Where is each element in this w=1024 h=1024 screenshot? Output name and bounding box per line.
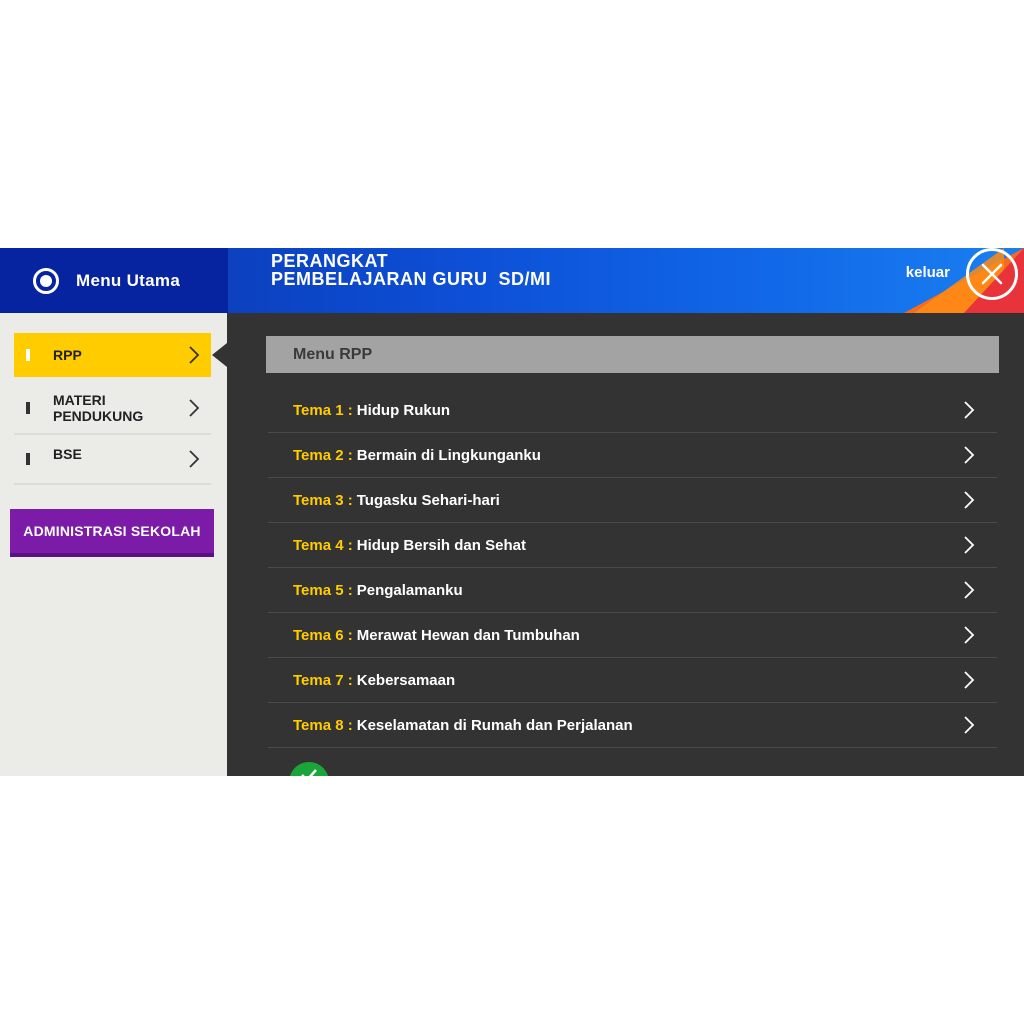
check-icon[interactable]	[289, 762, 329, 776]
sidebar-divider	[14, 433, 211, 435]
chevron-right-icon	[963, 401, 975, 419]
menu-utama-button[interactable]: Menu Utama	[0, 248, 228, 313]
menu-utama-label: Menu Utama	[76, 270, 181, 290]
app-title: PERANGKAT PEMBELAJARAN GURU SD/MI	[271, 252, 551, 288]
tema-name: Keselamatan di Rumah dan Perjalanan	[356, 716, 633, 734]
keluar-area[interactable]: keluar	[844, 248, 1024, 313]
app-window: Menu Utama PERANGKAT PEMBELAJARAN GURU S…	[0, 248, 1024, 776]
tema-row[interactable]: Tema 4 : Hidup Bersih dan Sehat	[268, 523, 997, 568]
top-header: Menu Utama PERANGKAT PEMBELAJARAN GURU S…	[0, 248, 1024, 313]
chevron-right-icon	[963, 671, 975, 689]
tema-key: Tema 4 :	[293, 536, 353, 554]
section-title: Menu RPP	[293, 345, 373, 363]
chevron-right-icon	[183, 399, 205, 417]
chevron-right-icon	[963, 536, 975, 554]
sidebar-bullet	[26, 349, 30, 361]
sidebar-item-bse[interactable]: BSE	[14, 437, 211, 481]
tema-key: Tema 5 :	[293, 581, 353, 599]
chevron-right-icon	[963, 581, 975, 599]
tema-row[interactable]: Tema 7 : Kebersamaan	[268, 658, 997, 703]
tema-name: Bermain di Lingkunganku	[356, 446, 541, 464]
sidebar-item-label-line1: MATERI	[53, 392, 106, 408]
sidebar-item-label: RPP	[53, 347, 82, 363]
administrasi-sekolah-button[interactable]: ADMINISTRASI SEKOLAH	[10, 509, 214, 553]
tema-name: Kebersamaan	[356, 671, 456, 689]
app-title-line1: PERANGKAT	[271, 251, 389, 271]
sidebar-item-label-line2: PENDUKUNG	[53, 408, 144, 424]
section-header: Menu RPP	[266, 336, 999, 373]
tema-name: Hidup Bersih dan Sehat	[356, 536, 526, 554]
sidebar-item-label: MATERI PENDUKUNG	[53, 392, 183, 424]
active-pointer	[212, 343, 227, 367]
tema-name: Tugasku Sehari-hari	[356, 491, 500, 509]
sidebar: RPP MATERI PENDUKUNG BSE ADMINISTRASI SE…	[0, 313, 227, 776]
tema-key: Tema 7 :	[293, 671, 353, 689]
tema-key: Tema 6 :	[293, 626, 353, 644]
keluar-label[interactable]: keluar	[906, 264, 950, 281]
chevron-right-icon	[183, 450, 205, 468]
tema-row[interactable]: Tema 6 : Merawat Hewan dan Tumbuhan	[268, 613, 997, 658]
sidebar-item-rpp[interactable]: RPP	[14, 333, 211, 377]
radio-icon	[33, 267, 59, 294]
app-title-line2: PEMBELAJARAN GURU SD/MI	[271, 269, 552, 289]
sidebar-bullet	[26, 453, 30, 465]
tema-row[interactable]: Tema 1 : Hidup Rukun	[268, 388, 997, 433]
chevron-right-icon	[183, 346, 205, 364]
sidebar-bullet	[26, 402, 30, 414]
tema-name: Merawat Hewan dan Tumbuhan	[356, 626, 580, 644]
tema-row[interactable]: Tema 3 : Tugasku Sehari-hari	[268, 478, 997, 523]
tema-row[interactable]: Tema 5 : Pengalamanku	[268, 568, 997, 613]
sidebar-item-label: BSE	[53, 446, 82, 462]
tema-key: Tema 1 :	[293, 401, 353, 419]
tema-row[interactable]: Tema 2 : Bermain di Lingkunganku	[268, 433, 997, 478]
chevron-right-icon	[963, 716, 975, 734]
tema-key: Tema 8 :	[293, 716, 353, 734]
tema-key: Tema 3 :	[293, 491, 353, 509]
tema-name: Pengalamanku	[356, 581, 463, 599]
sidebar-item-materi-pendukung[interactable]: MATERI PENDUKUNG	[14, 385, 211, 431]
tema-row[interactable]: Tema 8 : Keselamatan di Rumah dan Perjala…	[268, 703, 997, 748]
tema-key: Tema 2 :	[293, 446, 353, 464]
close-icon[interactable]	[966, 248, 1018, 300]
tema-name: Hidup Rukun	[356, 401, 451, 419]
chevron-right-icon	[963, 446, 975, 464]
chevron-right-icon	[963, 491, 975, 509]
sidebar-divider	[14, 483, 211, 485]
chevron-right-icon	[963, 626, 975, 644]
